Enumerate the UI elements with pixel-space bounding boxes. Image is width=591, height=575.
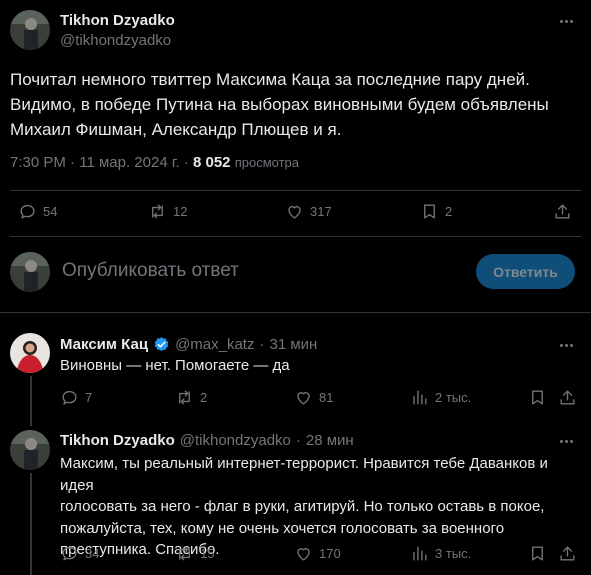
share-icon (555, 204, 570, 219)
verified-badge-icon (154, 337, 169, 352)
like-count: 170 (319, 546, 341, 561)
thread-line (30, 376, 32, 426)
reply-count: 7 (85, 390, 93, 405)
divider (10, 190, 581, 191)
reply-button[interactable]: 34 (60, 544, 99, 563)
tweet-date[interactable]: 11 мар. 2024 г. (79, 154, 179, 171)
author-handle[interactable]: @max_katz (175, 336, 254, 353)
thread-line (30, 473, 32, 575)
author-handle[interactable]: @tikhondzyadko (180, 432, 291, 449)
reply-text-line: пожалуйста, тех, кому не очень хочется г… (60, 519, 505, 537)
separator: · (259, 336, 265, 353)
bookmark-icon (424, 204, 435, 219)
tweet-text: Почитал немного твиттер Максима Каца за … (10, 67, 549, 142)
reply-input[interactable]: Опубликовать ответ (62, 260, 452, 282)
tweet-text-line: Видимо, в победе Путина на выборах винов… (10, 95, 549, 114)
retweet-button[interactable]: 12 (148, 202, 187, 221)
bookmark-button[interactable]: 2 (420, 202, 452, 221)
reply-text-line: голосовать за него - флаг в руки, агитир… (60, 498, 545, 515)
author-name[interactable]: Tikhon Dzyadko (60, 432, 175, 449)
heart-icon (297, 392, 310, 405)
retweet-count: 12 (173, 204, 188, 219)
analytics-icon (413, 546, 427, 561)
avatar[interactable] (10, 333, 50, 373)
retweet-button[interactable]: 15 (175, 544, 214, 563)
views-count: 3 тыс. (435, 546, 472, 561)
tweet-text-line: Михаил Фишман, Александр Плющев и я. (10, 120, 342, 139)
like-count: 317 (310, 204, 332, 219)
bookmark-icon (532, 390, 543, 405)
avatar (10, 252, 50, 292)
retweet-button[interactable]: 2 (175, 388, 207, 407)
reply-button[interactable]: 54 (18, 202, 57, 221)
reply-submit-button[interactable]: Ответить (476, 254, 575, 289)
retweet-icon (179, 546, 190, 561)
author-name[interactable]: Tikhon Dzyadko (60, 12, 175, 29)
divider (10, 236, 581, 237)
views-count: 2 тыс. (435, 390, 472, 405)
more-options-icon[interactable] (560, 20, 573, 23)
analytics-icon (413, 390, 427, 405)
share-button[interactable] (558, 544, 577, 563)
separator: · (183, 154, 189, 171)
reply-icon (62, 546, 77, 561)
views-button[interactable]: 3 тыс. (410, 544, 471, 563)
share-button[interactable] (553, 202, 572, 221)
tweet-meta: 7:30 PM · 11 мар. 2024 г. · 8 052 просмо… (10, 154, 299, 171)
reply-count: 34 (85, 546, 100, 561)
reply-icon (62, 390, 77, 405)
avatar[interactable] (10, 430, 50, 470)
retweet-icon (152, 204, 163, 219)
author-name[interactable]: Максим Кац (60, 336, 148, 353)
heart-icon (297, 548, 310, 561)
avatar[interactable] (10, 10, 50, 50)
reply-text-line: Максим, ты реальный интернет-террорист. … (60, 455, 548, 494)
reply-age[interactable]: 31 мин (269, 336, 317, 353)
views-button[interactable]: 2 тыс. (410, 388, 471, 407)
retweet-icon (179, 390, 190, 405)
reply-header: Tikhon Dzyadko @tikhondzyadko · 28 мин (60, 432, 354, 449)
bookmark-button[interactable] (528, 388, 547, 407)
author-handle[interactable]: @tikhondzyadko (60, 32, 171, 49)
reply-count: 54 (43, 204, 58, 219)
heart-icon (288, 206, 301, 219)
like-button[interactable]: 81 (294, 388, 333, 407)
like-button[interactable]: 170 (294, 544, 341, 563)
retweet-count: 2 (200, 390, 208, 405)
reply-text: Виновны — нет. Помогаете — да (60, 357, 290, 374)
bookmark-count: 2 (445, 204, 453, 219)
like-button[interactable]: 317 (285, 202, 332, 221)
more-options-icon[interactable] (560, 440, 573, 443)
bookmark-icon (532, 546, 543, 561)
reply-button[interactable]: 7 (60, 388, 92, 407)
retweet-count: 15 (200, 546, 215, 561)
separator: · (70, 154, 76, 171)
views-label: просмотра (234, 155, 299, 170)
share-icon (560, 546, 575, 561)
more-options-icon[interactable] (560, 344, 573, 347)
share-icon (560, 390, 575, 405)
separator: · (295, 432, 301, 449)
divider (0, 312, 591, 313)
share-button[interactable] (558, 388, 577, 407)
reply-icon (20, 204, 35, 219)
views-count: 8 052 (192, 154, 231, 171)
bookmark-button[interactable] (528, 544, 547, 563)
reply-age[interactable]: 28 мин (306, 432, 354, 449)
tweet-time[interactable]: 7:30 PM (10, 154, 66, 171)
like-count: 81 (319, 390, 334, 405)
reply-header: Максим Кац @max_katz · 31 мин (60, 336, 317, 353)
tweet-text-line: Почитал немного твиттер Максима Каца за … (10, 70, 530, 89)
